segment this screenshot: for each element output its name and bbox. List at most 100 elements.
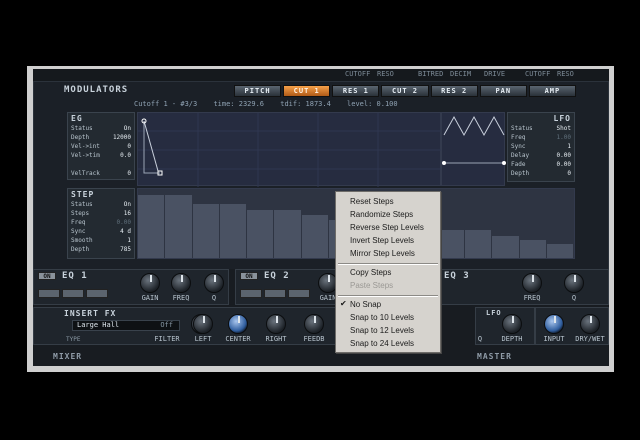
menu-item-reset-steps[interactable]: Reset Steps: [350, 196, 394, 208]
filter-label: FILTER: [154, 335, 180, 343]
insert-fx-title: INSERT FX: [64, 309, 117, 318]
left-knob[interactable]: [193, 314, 213, 334]
menu-item-snap-12[interactable]: Snap to 12 Levels: [350, 325, 414, 337]
step-bar[interactable]: [192, 204, 219, 258]
menu-item-snap-10[interactable]: Snap to 10 Levels: [350, 312, 414, 324]
step-param-status[interactable]: Status On: [68, 200, 134, 209]
step-bar[interactable]: [519, 240, 546, 258]
lfo-param-delay[interactable]: Delay 0.00: [508, 151, 574, 160]
eq2-shape-buttons: [240, 289, 310, 298]
eq3-freq-knob[interactable]: [522, 273, 542, 293]
eq1-q-knob[interactable]: [204, 273, 224, 293]
lfo-param-status[interactable]: Status Shot: [508, 124, 574, 133]
eg-param-vel-tim[interactable]: Vel->tim 0.0: [68, 151, 134, 160]
tab-res1[interactable]: RES 1: [332, 85, 380, 97]
tab-res2[interactable]: RES 2: [430, 85, 478, 97]
left-label: LEFT: [194, 335, 212, 343]
eg-param-veltrack[interactable]: VelTrack 0: [68, 169, 134, 178]
lfo-fx-depth-knob[interactable]: [502, 314, 522, 334]
step-bar[interactable]: [465, 230, 492, 258]
lfo-node[interactable]: [502, 161, 506, 165]
lfo-param-depth[interactable]: Depth 0: [508, 169, 574, 178]
step-param-smooth[interactable]: Smooth 1: [68, 236, 134, 245]
insert-fx-preset-name: Large Hall: [77, 321, 120, 329]
step-bar[interactable]: [546, 244, 573, 258]
eq2-lowshelf-button[interactable]: [240, 289, 262, 298]
top-label: RESO: [557, 70, 574, 78]
step-param-sync[interactable]: Sync 4 d: [68, 227, 134, 236]
tab-pitch[interactable]: PITCH: [234, 85, 282, 97]
eq1-freq-label: FREQ: [172, 294, 190, 302]
step-bar[interactable]: [219, 204, 246, 258]
eq3-q-knob[interactable]: [564, 273, 584, 293]
top-label: CUTOFF: [525, 70, 551, 78]
menu-item-copy-steps[interactable]: Copy Steps: [350, 267, 391, 279]
eq1-q-label: Q: [211, 294, 217, 302]
step-bar[interactable]: [247, 209, 274, 258]
eq1-title: EQ 1: [62, 271, 88, 281]
lfo-param-sync[interactable]: Sync 1: [508, 142, 574, 151]
tab-amp[interactable]: AMP: [528, 85, 576, 97]
eq2-highshelf-button[interactable]: [288, 289, 310, 298]
eq2-on-button[interactable]: ON: [240, 272, 258, 280]
input-label: INPUT: [543, 335, 565, 343]
menu-item-randomize-steps[interactable]: Randomize Steps: [350, 209, 413, 221]
eq1-lowshelf-button[interactable]: [38, 289, 60, 298]
menu-item-invert-step-levels[interactable]: Invert Step Levels: [350, 235, 414, 247]
lfo-param-freq[interactable]: Freq 1.00: [508, 133, 574, 142]
eg-envelope-graph[interactable]: [137, 112, 442, 187]
step-title: STEP: [71, 190, 95, 199]
eq1-peak-button[interactable]: [62, 289, 84, 298]
step-param-freq[interactable]: Freq 0.00: [68, 218, 134, 227]
lfo-wave-graph[interactable]: [441, 112, 506, 186]
menu-item-no-snap[interactable]: No Snap: [350, 299, 381, 311]
lfo-fx-q-label: Q: [477, 335, 483, 343]
eq1-on-button[interactable]: ON: [38, 272, 56, 280]
right-knob[interactable]: [266, 314, 286, 334]
eq3-title: EQ 3: [444, 271, 470, 281]
top-label: CUTOFF: [345, 70, 371, 78]
insert-fx-panel: INSERT FX Large Hall Off TYPE FILTER LEF…: [33, 307, 339, 345]
info-target: Cutoff 1 - #3/3: [134, 100, 198, 108]
step-bar[interactable]: [301, 215, 328, 258]
eq2-peak-button[interactable]: [264, 289, 286, 298]
step-bar[interactable]: [138, 194, 165, 258]
drywet-knob[interactable]: [580, 314, 600, 334]
eg-title: EG: [71, 114, 83, 123]
mixer-label: MIXER: [53, 352, 83, 361]
master-fx-panel: INPUT DRY/WET: [535, 307, 609, 345]
step-params: STEP Status On Steps 16 Freq 0.00 Sync 4 d S…: [67, 188, 135, 259]
center-knob[interactable]: [228, 314, 248, 334]
lfo-fx-title: LFO: [486, 309, 502, 317]
tab-cut2[interactable]: CUT 2: [381, 85, 429, 97]
step-bar[interactable]: [274, 209, 301, 258]
menu-item-snap-24[interactable]: Snap to 24 Levels: [350, 338, 414, 350]
menu-item-mirror-step-levels[interactable]: Mirror Step Levels: [350, 248, 415, 260]
drywet-label: DRY/WET: [575, 335, 605, 343]
step-param-depth[interactable]: Depth 785: [68, 245, 134, 254]
insert-fx-preset-select[interactable]: Large Hall Off: [72, 320, 180, 331]
eq1-gain-knob[interactable]: [140, 273, 160, 293]
lfo-node[interactable]: [442, 161, 446, 165]
synth-panel: CUTOFF RESO BITRED DECIM DRIVE CUTOFF RE…: [33, 69, 609, 366]
step-bar[interactable]: [492, 235, 519, 258]
tab-pan[interactable]: PAN: [479, 85, 527, 97]
lfo-fx-panel: LFO Q DEPTH: [475, 307, 535, 345]
step-bar[interactable]: [437, 230, 464, 258]
step-param-steps[interactable]: Steps 16: [68, 209, 134, 218]
menu-separator: [338, 295, 438, 297]
eg-param-status[interactable]: Status On: [68, 124, 134, 133]
lfo-param-fade[interactable]: Fade 0.00: [508, 160, 574, 169]
info-level: level: 0.100: [347, 100, 398, 108]
eq1-highshelf-button[interactable]: [86, 289, 108, 298]
eg-param-depth[interactable]: Depth 12000: [68, 133, 134, 142]
input-knob[interactable]: [544, 314, 564, 334]
top-labels: CUTOFF RESO BITRED DECIM DRIVE CUTOFF RE…: [33, 69, 609, 79]
step-bar[interactable]: [165, 194, 192, 258]
menu-item-reverse-step-levels[interactable]: Reverse Step Levels: [350, 222, 424, 234]
eg-param-vel-int[interactable]: Vel->int 0: [68, 142, 134, 151]
info-time: time: 2329.6: [213, 100, 265, 108]
feedb-knob[interactable]: [304, 314, 324, 334]
tab-cut1[interactable]: CUT 1: [283, 85, 331, 97]
eq1-freq-knob[interactable]: [171, 273, 191, 293]
